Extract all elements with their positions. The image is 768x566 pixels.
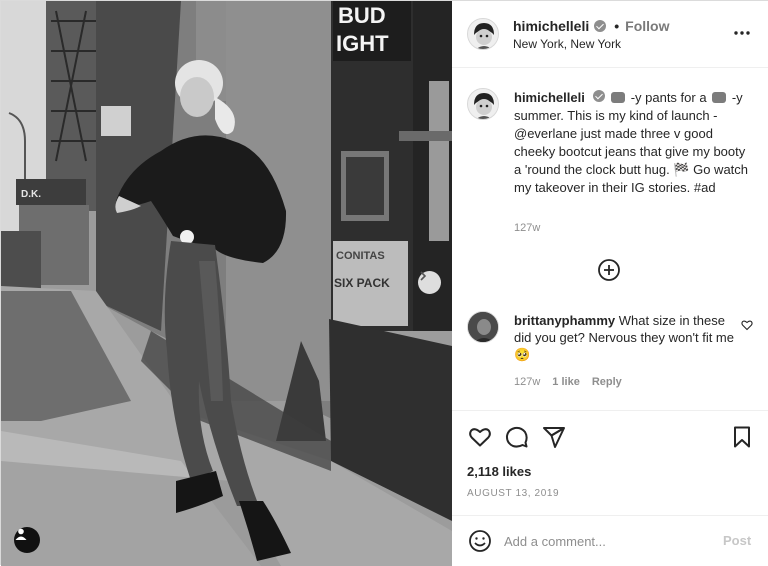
neon-sign-top: BUD <box>338 3 386 28</box>
follow-button[interactable]: Follow <box>625 18 669 34</box>
verified-badge-icon <box>594 20 607 32</box>
comments-section: himichelleli -y pants for a -y summer. T… <box>452 68 768 410</box>
instagram-post-window: D.K. BUD IGHT CONITAS SIX PACK himichell… <box>0 0 768 566</box>
likes-count[interactable]: 2,118 likes <box>467 464 531 479</box>
author-line: himichelleli • Follow <box>513 18 669 34</box>
comment-meta: 127w 1 like Reply <box>514 376 622 388</box>
sun-emoji-icon <box>712 92 727 103</box>
post-location[interactable]: New York, New York <box>513 37 621 51</box>
post-photo[interactable]: D.K. BUD IGHT CONITAS SIX PACK <box>1 1 452 566</box>
commenter-avatar-image <box>468 312 498 342</box>
chevron-right-icon <box>420 271 427 281</box>
more-options-icon <box>734 31 750 35</box>
caption-author-avatar[interactable] <box>467 88 499 120</box>
neon-sign-bottom: IGHT <box>336 31 389 56</box>
comment-heart-icon[interactable] <box>741 319 753 331</box>
commenter-username[interactable]: brittanyphammy <box>514 313 615 328</box>
reply-button[interactable]: Reply <box>592 376 622 388</box>
caption-text-part-2: -y summer. This is my kind of launch - @… <box>514 90 749 195</box>
bookmark-icon[interactable] <box>730 425 754 449</box>
user-tag-button[interactable] <box>14 527 40 553</box>
comment-bubble-icon[interactable] <box>505 425 529 449</box>
more-options-button[interactable] <box>732 23 752 43</box>
heart-icon[interactable] <box>468 425 492 449</box>
post-header: himichelleli • Follow New York, New York <box>452 1 768 68</box>
verified-badge-icon <box>593 90 606 102</box>
window-sign-top: CONITAS <box>336 250 385 262</box>
paper-plane-icon[interactable] <box>542 425 566 449</box>
post-caption: himichelleli -y pants for a -y summer. T… <box>514 89 754 197</box>
author-username[interactable]: himichelleli <box>513 18 589 34</box>
post-photo-image: D.K. BUD IGHT CONITAS SIX PACK <box>1 1 452 566</box>
author-avatar[interactable] <box>467 18 499 50</box>
comment-timestamp[interactable]: 127w <box>514 376 540 388</box>
window-sign-bottom: SIX PACK <box>334 276 390 290</box>
commenter-avatar[interactable] <box>467 311 499 343</box>
post-date[interactable]: AUGUST 13, 2019 <box>467 488 559 499</box>
caption-timestamp[interactable]: 127w <box>514 222 540 234</box>
caption-username[interactable]: himichelleli <box>514 90 585 105</box>
smiley-icon[interactable] <box>468 529 492 553</box>
carousel-next-button[interactable] <box>418 271 441 294</box>
plus-circle-icon[interactable] <box>597 258 621 282</box>
caption-text-part-1: -y pants for a <box>630 90 707 105</box>
user-tag-icon <box>15 528 27 540</box>
comment-likes-count[interactable]: 1 like <box>552 376 580 388</box>
separator-dot: • <box>614 18 620 34</box>
post-side-panel: himichelleli • Follow New York, New York <box>452 1 768 566</box>
author-avatar-image <box>468 19 498 49</box>
post-actions: 2,118 likes AUGUST 13, 2019 <box>452 410 768 515</box>
comment-input[interactable] <box>504 529 714 553</box>
add-comment-bar: Post <box>452 515 768 566</box>
post-comment-button[interactable]: Post <box>723 533 751 548</box>
pants-emoji-icon <box>611 92 626 103</box>
shop-sign-text: D.K. <box>21 189 41 200</box>
caption-author-avatar-image <box>468 89 498 119</box>
comment-body: brittanyphammy What size in these did yo… <box>514 312 736 363</box>
